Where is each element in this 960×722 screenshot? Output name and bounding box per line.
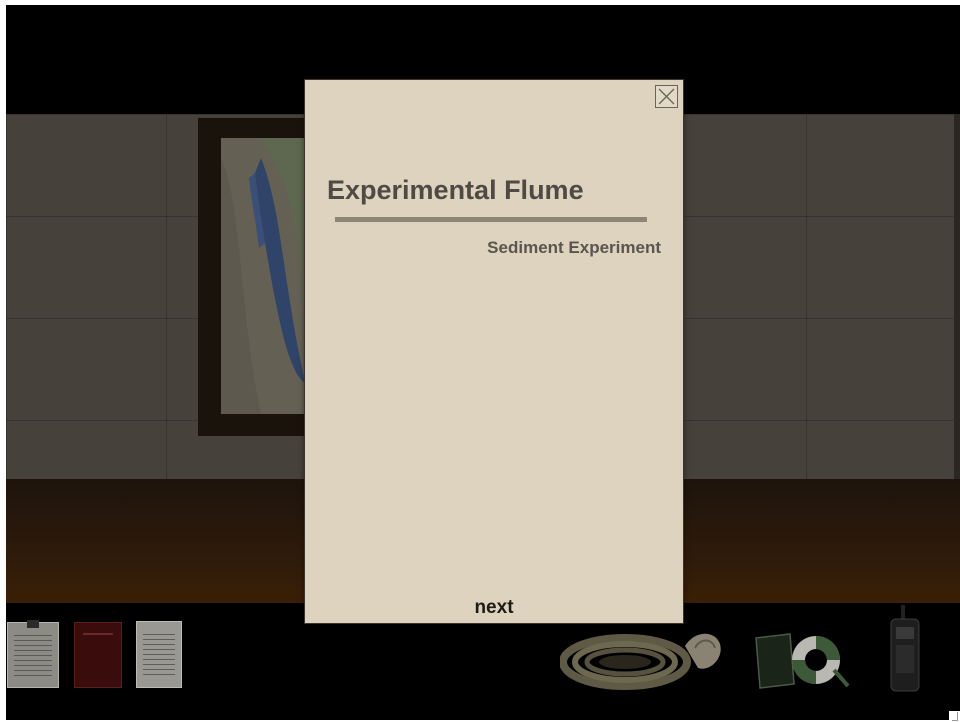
text-lines bbox=[143, 634, 175, 677]
wall-edge bbox=[954, 114, 960, 479]
dialog-subtitle: Sediment Experiment bbox=[487, 238, 661, 257]
folder-label bbox=[83, 633, 113, 635]
resize-handle[interactable] bbox=[949, 711, 960, 722]
document-page-icon[interactable] bbox=[136, 621, 182, 688]
title-divider bbox=[335, 217, 647, 222]
document-clipboard-icon[interactable] bbox=[7, 620, 59, 688]
info-dialog: Experimental Flume Sediment Experiment n… bbox=[305, 80, 683, 623]
red-folder-icon[interactable] bbox=[74, 622, 122, 688]
dialog-title: Experimental Flume bbox=[327, 175, 584, 205]
walkie-talkie-icon[interactable] bbox=[886, 605, 924, 700]
close-icon[interactable] bbox=[655, 85, 678, 108]
next-button[interactable]: next bbox=[305, 597, 683, 619]
coiled-rope-icon[interactable] bbox=[559, 628, 730, 699]
text-lines bbox=[14, 635, 52, 677]
clip-icon bbox=[27, 620, 39, 628]
sign-and-life-ring-icon[interactable] bbox=[752, 630, 852, 697]
